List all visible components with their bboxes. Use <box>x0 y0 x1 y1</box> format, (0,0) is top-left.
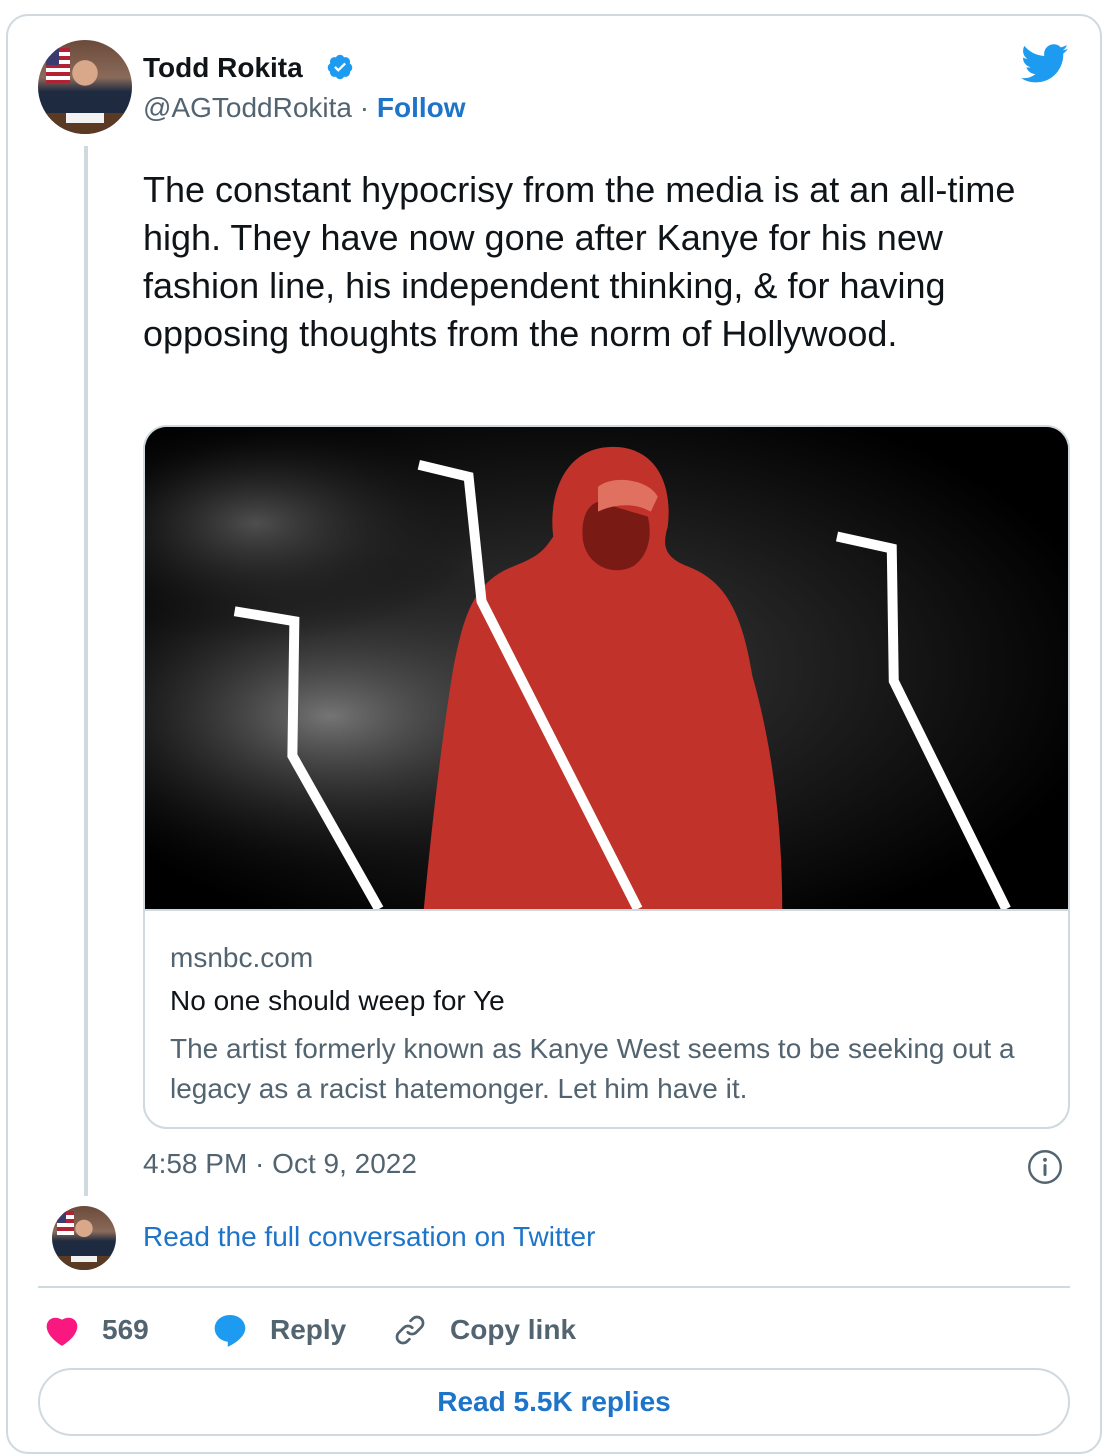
twitter-bird-icon[interactable] <box>1021 44 1069 84</box>
reply-button[interactable]: Reply <box>212 1310 346 1350</box>
author-avatar[interactable] <box>38 40 132 134</box>
speech-bubble-icon <box>214 1315 246 1347</box>
read-conversation-link[interactable]: Read the full conversation on Twitter <box>143 1221 595 1253</box>
heart-icon <box>46 1317 78 1346</box>
reply-label: Reply <box>270 1314 347 1345</box>
info-icon[interactable] <box>1027 1149 1063 1185</box>
link-chain-icon <box>395 1315 425 1345</box>
tweet-text: The constant hypocrisy from the media is… <box>143 169 1016 354</box>
like-button[interactable]: 569 <box>44 1310 149 1350</box>
link-domain: msnbc.com <box>170 942 314 973</box>
divider <box>38 1286 1070 1288</box>
copy-link-label: Copy link <box>450 1314 577 1345</box>
link-title: No one should weep for Ye <box>170 985 505 1016</box>
read-replies-button[interactable]: Read 5.5K replies <box>38 1368 1070 1436</box>
link-description: The artist formerly known as Kanye West … <box>170 1033 1015 1104</box>
copy-link-button[interactable]: Copy link <box>392 1310 576 1350</box>
follow-button[interactable]: Follow <box>377 92 466 123</box>
verified-badge-icon <box>327 54 353 80</box>
thread-line <box>84 146 88 1196</box>
link-preview-image <box>145 427 1068 911</box>
author-handle-row: @AGToddRokita · Follow <box>143 92 466 124</box>
link-preview-card[interactable]: msnbc.com No one should weep for Ye The … <box>143 425 1070 1129</box>
conversation-avatar[interactable] <box>52 1206 116 1270</box>
tweet-timestamp[interactable]: 4:58 PM · Oct 9, 2022 <box>143 1148 417 1180</box>
author-name[interactable]: Todd Rokita <box>143 52 303 84</box>
handle-separator: · <box>359 92 370 123</box>
author-handle[interactable]: @AGToddRokita <box>143 92 352 123</box>
like-count: 569 <box>102 1314 149 1345</box>
